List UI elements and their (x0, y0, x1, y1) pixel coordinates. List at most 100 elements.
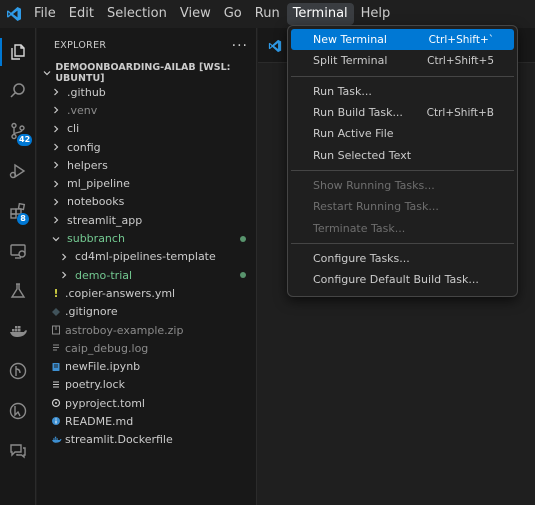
menu-item-configure-tasks[interactable]: Configure Tasks... (291, 248, 514, 269)
tree-item-label: helpers (67, 158, 108, 172)
info-file-icon (49, 414, 63, 428)
terminal-menu-dropdown: New Terminal Ctrl+Shift+` Split Terminal Ct… (287, 25, 518, 297)
menu-bar: File Edit Selection View Go Run Terminal Help (28, 0, 397, 28)
menu-item-shortcut: Ctrl+Shift+` (428, 33, 494, 46)
remote-status-icon[interactable] (0, 393, 36, 429)
docker-icon[interactable] (0, 313, 36, 349)
menu-item-label: Show Running Tasks... (313, 178, 435, 192)
file-item[interactable]: README.md (37, 412, 256, 430)
menu-item-new-terminal[interactable]: New Terminal Ctrl+Shift+` (291, 29, 514, 51)
tree-item-label: subbranch (67, 232, 125, 246)
vscode-tab-icon (268, 38, 282, 57)
git-graph-icon[interactable] (0, 353, 36, 389)
explorer-header: EXPLORER ··· (37, 28, 256, 63)
menu-item-run-build-task[interactable]: Run Build Task... Ctrl+Shift+B (291, 102, 514, 123)
title-bar: File Edit Selection View Go Run Terminal Help (0, 0, 535, 28)
file-item[interactable]: pyproject.toml (37, 394, 256, 412)
chevron-right-icon (49, 140, 63, 154)
menu-selection[interactable]: Selection (101, 3, 173, 25)
chevron-down-icon (49, 232, 63, 246)
folder-item[interactable]: cd4ml-pipelines-template (37, 248, 256, 266)
vscode-logo-icon (0, 0, 28, 28)
tree-item-label: .venv (67, 103, 98, 117)
file-item[interactable]: caip_debug.log (37, 339, 256, 357)
workspace-name: DEMOONBOARDING-AILAB [WSL: UBUNTU] (55, 62, 231, 84)
menu-item-shortcut: Ctrl+Shift+B (426, 106, 494, 119)
file-item[interactable]: streamlit.Dockerfile (37, 431, 256, 449)
folder-item[interactable]: notebooks (37, 193, 256, 211)
more-actions-button[interactable]: ··· (232, 38, 248, 54)
menu-item-split-terminal[interactable]: Split Terminal Ctrl+Shift+5 (291, 50, 514, 71)
menu-view[interactable]: View (174, 3, 217, 25)
menu-item-label: Configure Tasks... (313, 251, 410, 265)
folder-item[interactable]: demo-trial (37, 266, 256, 284)
menu-item-run-task[interactable]: Run Task... (291, 81, 514, 102)
chat-icon[interactable] (0, 433, 36, 469)
tree-item-label: astroboy-example.zip (65, 323, 184, 337)
file-item[interactable]: .gitignore (37, 303, 256, 321)
git-status-dot (240, 235, 246, 242)
menu-item-run-active-file[interactable]: Run Active File (291, 123, 514, 144)
tree-item-label: cd4ml-pipelines-template (75, 250, 216, 264)
chevron-right-icon (49, 213, 63, 227)
tree-item-label: cli (67, 122, 80, 136)
explorer-icon[interactable] (0, 34, 36, 70)
menu-file[interactable]: File (28, 3, 62, 25)
tree-item-label: config (67, 140, 101, 154)
menu-item-label: Configure Default Build Task... (313, 273, 479, 287)
source-control-badge: 42 (17, 134, 33, 146)
menu-terminal[interactable]: Terminal (286, 3, 354, 25)
git-file-icon (49, 305, 63, 319)
menu-separator (291, 75, 514, 77)
search-icon[interactable] (0, 73, 36, 109)
tree-item-label: README.md (65, 414, 134, 428)
workspace-folder[interactable]: DEMOONBOARDING-AILAB [WSL: UBUNTU] (37, 62, 256, 84)
folder-item[interactable]: .github (37, 83, 256, 101)
menu-item-label: Terminate Task... (313, 221, 406, 235)
menu-item-configure-default-build-task[interactable]: Configure Default Build Task... (291, 269, 514, 290)
menu-item-label: Restart Running Task... (313, 200, 439, 214)
folder-item[interactable]: streamlit_app (37, 211, 256, 229)
docker-file-icon (49, 433, 63, 447)
extensions-icon[interactable]: 8 (0, 193, 36, 229)
chevron-right-icon (57, 268, 71, 282)
menu-edit[interactable]: Edit (63, 3, 100, 25)
file-item[interactable]: poetry.lock (37, 376, 256, 394)
file-item[interactable]: ! .copier-answers.yml (37, 284, 256, 302)
menu-help[interactable]: Help (355, 3, 397, 25)
tree-item-label: .gitignore (65, 305, 118, 319)
tree-item-label: pyproject.toml (65, 396, 145, 410)
menu-item-label: Run Active File (313, 127, 394, 141)
menu-go[interactable]: Go (218, 3, 248, 25)
folder-item[interactable]: subbranch (37, 229, 256, 247)
file-item[interactable]: newFile.ipynb (37, 357, 256, 375)
menu-run[interactable]: Run (249, 3, 286, 25)
chevron-right-icon (49, 122, 63, 136)
chevron-down-icon (41, 66, 53, 80)
source-control-icon[interactable]: 42 (0, 113, 36, 149)
tree-item-label: poetry.lock (65, 378, 125, 392)
chevron-right-icon (49, 85, 63, 99)
folder-item[interactable]: config (37, 138, 256, 156)
remote-explorer-icon[interactable] (0, 233, 36, 269)
folder-item[interactable]: cli (37, 120, 256, 138)
chevron-right-icon (57, 250, 71, 264)
run-debug-icon[interactable] (0, 153, 36, 189)
folder-item[interactable]: .venv (37, 101, 256, 119)
tree-item-label: .copier-answers.yml (65, 286, 176, 300)
activity-bar: 42 8 (0, 28, 36, 505)
extensions-badge: 8 (17, 213, 29, 225)
tree-item-label: streamlit.Dockerfile (65, 433, 173, 447)
chevron-right-icon (49, 195, 63, 209)
file-tree: .github .venv cli config helpers ml_pipeline n… (37, 83, 256, 449)
menu-item-restart-running-task: Restart Running Task... (291, 196, 514, 217)
menu-item-label: Run Task... (313, 84, 372, 98)
file-item[interactable]: astroboy-example.zip (37, 321, 256, 339)
testing-icon[interactable] (0, 273, 36, 309)
explorer-title: EXPLORER (54, 40, 107, 51)
menu-item-run-selected-text[interactable]: Run Selected Text (291, 144, 514, 165)
folder-item[interactable]: helpers (37, 156, 256, 174)
folder-item[interactable]: ml_pipeline (37, 174, 256, 192)
menu-separator (291, 242, 514, 244)
chevron-right-icon (49, 158, 63, 172)
